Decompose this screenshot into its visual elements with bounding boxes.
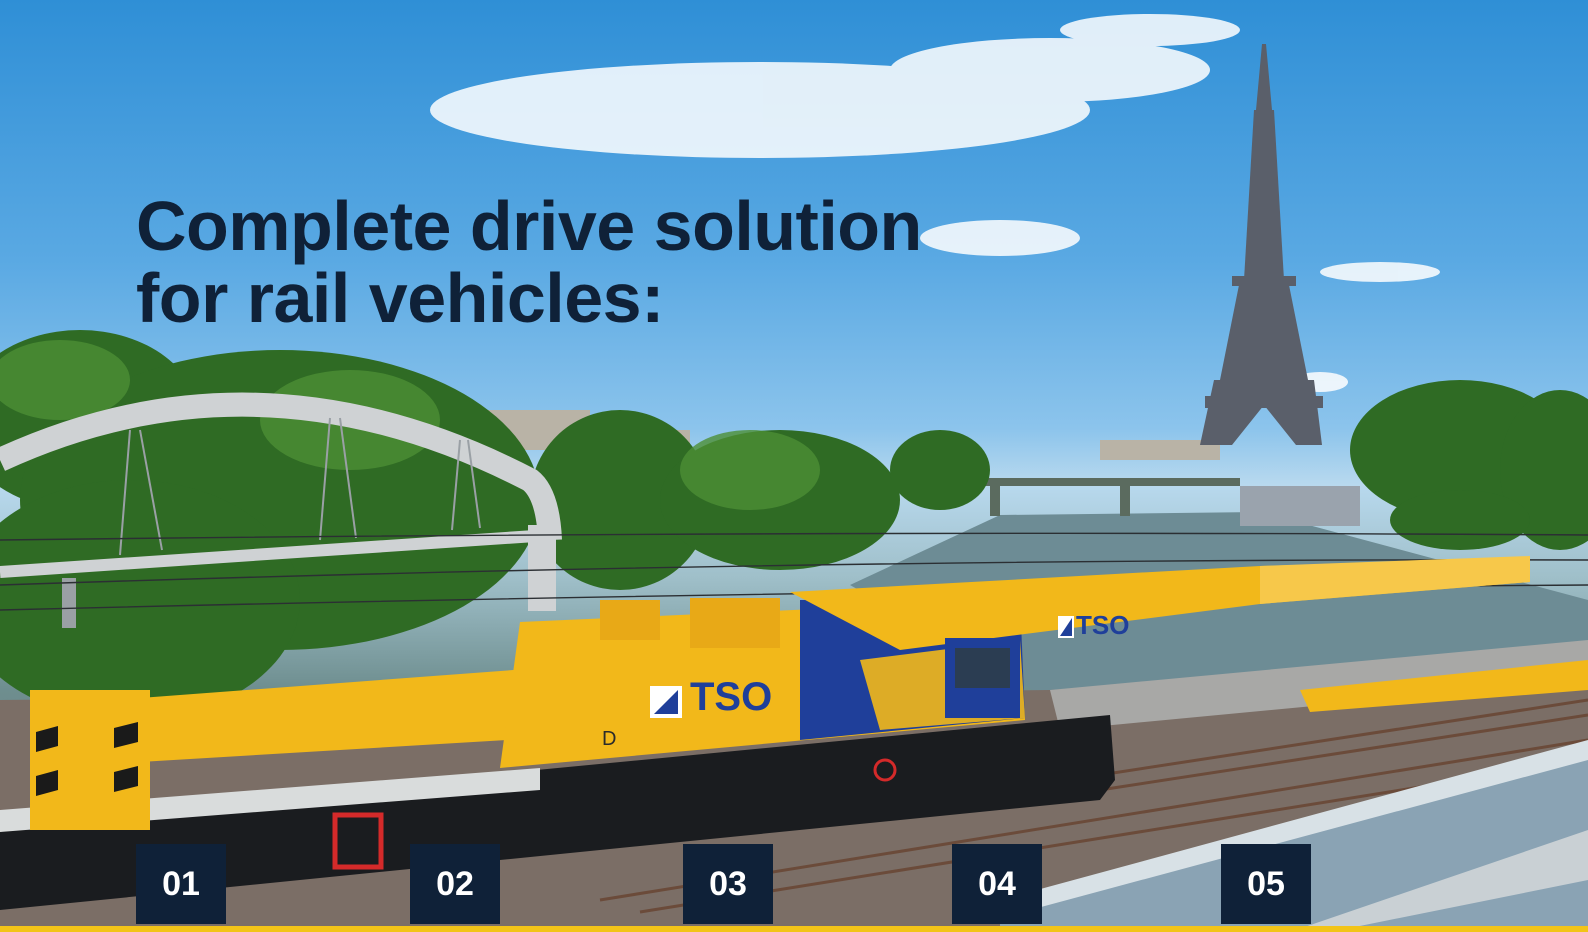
hero-photo: TSO TSO D	[0, 14, 1588, 932]
tab-04[interactable]: 04	[952, 844, 1042, 924]
tab-02[interactable]: 02	[410, 844, 500, 924]
bottom-accent-line	[0, 926, 1588, 932]
riverside-building	[1240, 486, 1360, 526]
step-tabs: 01 02 03 04 05	[0, 844, 1588, 932]
eiffel-tower	[1200, 44, 1323, 445]
tab-05[interactable]: 05	[1221, 844, 1311, 924]
hero-headline: Complete drive solution for rail vehicle…	[136, 190, 922, 334]
headline-line-2: for rail vehicles:	[136, 259, 664, 337]
tab-01[interactable]: 01	[136, 844, 226, 924]
trees-right	[1350, 380, 1588, 550]
headline-line-1: Complete drive solution	[136, 187, 922, 265]
hero-banner: TSO TSO D Complete drive solution for ra…	[0, 0, 1588, 932]
crane-marker-text: D	[602, 728, 616, 750]
tab-03[interactable]: 03	[683, 844, 773, 924]
metro-bridge	[980, 478, 1240, 516]
crane-brand-text: TSO	[690, 675, 772, 719]
boom-brand-text: TSO	[1076, 610, 1129, 640]
